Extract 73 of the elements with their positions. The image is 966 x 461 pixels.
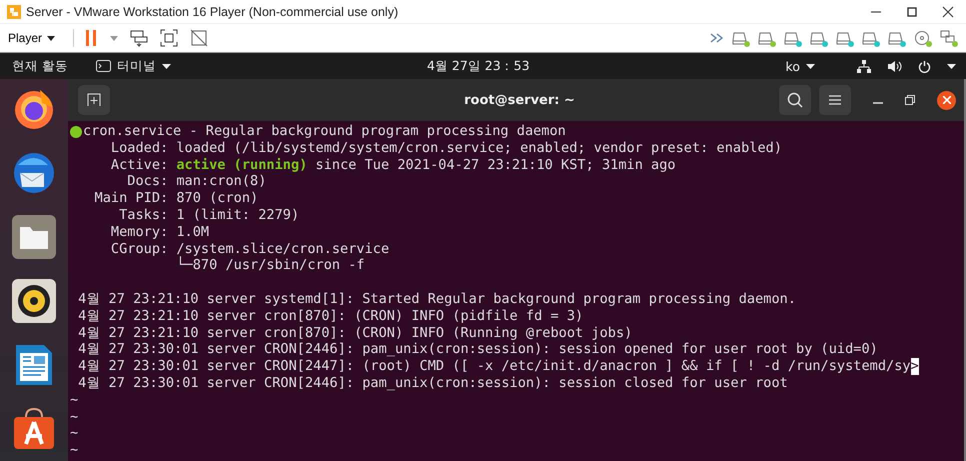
clock[interactable]: 4월 27일 23：53 <box>426 58 530 74</box>
terminal-app-menu[interactable]: 터미널 <box>96 58 171 74</box>
overflow-marker: > <box>910 358 919 375</box>
field-label: Active: <box>110 156 168 174</box>
field-value: 1 (limit: 2279) <box>176 206 300 224</box>
restore-icon[interactable] <box>905 95 915 105</box>
maximize-icon[interactable] <box>906 6 918 18</box>
field-value: 870 (cron) <box>176 190 258 207</box>
empty-line-marker: ~ <box>70 442 78 459</box>
fullscreen-icon[interactable] <box>160 29 178 47</box>
close-button[interactable] <box>937 90 956 110</box>
send-keys-icon[interactable] <box>130 29 148 47</box>
terminal-icon <box>96 60 111 72</box>
terminal-title: root@server: ~ <box>463 92 576 108</box>
caret-icon <box>162 64 171 68</box>
disk-device-icon[interactable] <box>758 30 776 46</box>
disk-device-icon[interactable] <box>836 30 854 46</box>
log-line: 4월 27 23:21:10 server cron[870]: (CRON) INFO (pidfile fd = 3) <box>78 308 584 325</box>
shopping-bag-icon[interactable] <box>12 407 56 451</box>
field-value: └─870 /usr/sbin/cron -f <box>176 257 365 274</box>
field-label: Memory: <box>110 224 168 241</box>
empty-line-marker: ~ <box>70 425 78 442</box>
new-tab-icon <box>87 93 101 107</box>
disk-device-icon[interactable] <box>732 30 750 46</box>
vmware-logo-icon <box>6 4 22 20</box>
pause-icon[interactable] <box>84 30 98 46</box>
caret-icon <box>47 36 56 40</box>
field-label: Main PID: <box>94 190 168 207</box>
field-label: Tasks: <box>118 206 168 224</box>
field-value: active (running) since Tue 2021-04-27 23:21:10 KST; 31min ago <box>176 156 676 174</box>
log-line: 4월 27 23:30:01 server CRON[2446]: pam_unix(cron:session): session opened for user root by (uid=0) <box>78 341 878 358</box>
log-line: 4월 27 23:30:01 server CRON[2447]: (root) CMD ([ -x /etc/init.d/anacron ] && if [ ! -d /run/systemd/sy <box>78 358 911 375</box>
disk-device-icon[interactable] <box>810 30 828 46</box>
log-line: 4월 27 23:21:10 server systemd[1]: Started Regular background program processing daemon. <box>78 290 796 308</box>
input-method-menu[interactable]: ko <box>786 58 815 74</box>
mail-client-icon[interactable] <box>12 151 56 195</box>
volume-icon[interactable] <box>887 60 902 72</box>
network-icon[interactable] <box>857 60 871 72</box>
firefox-icon[interactable] <box>12 87 56 131</box>
log-line: 4월 27 23:30:01 server CRON[2446]: pam_unix(cron:session): session closed for user root <box>78 374 788 392</box>
empty-line-marker: ~ <box>70 392 78 409</box>
window-title: Server - VMware Workstation 16 Player (Non-commercial use only) <box>26 4 400 18</box>
speaker-icon[interactable] <box>12 279 56 323</box>
search-icon <box>787 92 803 108</box>
caret-icon[interactable] <box>947 64 956 68</box>
unit-title: cron.service - Regular background program processing daemon <box>83 123 566 140</box>
empty-line-marker: ~ <box>70 408 78 426</box>
disk-device-icon[interactable] <box>862 30 880 46</box>
activities-button[interactable]: 현재 활동 <box>12 58 68 74</box>
power-icon[interactable] <box>918 60 931 72</box>
more-icon[interactable] <box>710 33 724 43</box>
log-line: 4월 27 23:21:10 server cron[870]: (CRON) INFO (Running @reboot jobs) <box>78 324 632 342</box>
field-value: /system.slice/cron.service <box>176 240 390 257</box>
disk-device-icon[interactable] <box>888 30 906 46</box>
field-value: man:cron(8) <box>176 173 266 190</box>
folder-icon[interactable] <box>12 215 56 259</box>
close-icon[interactable] <box>942 6 954 18</box>
caret-icon <box>806 64 815 68</box>
new-tab-button[interactable] <box>78 85 110 115</box>
cd-device-icon[interactable] <box>914 30 932 46</box>
field-value: 1.0M <box>176 224 210 241</box>
field-label: Docs: <box>126 173 168 190</box>
close-icon <box>942 96 950 104</box>
unity-off-icon[interactable] <box>190 29 208 47</box>
search-button[interactable] <box>779 85 811 115</box>
field-label: CGroup: <box>110 240 168 258</box>
disk-device-icon[interactable] <box>784 30 802 46</box>
menu-icon <box>829 95 841 105</box>
menu-button[interactable] <box>819 85 851 115</box>
field-value: loaded (/lib/systemd/system/cron.service; enabled; vendor preset: enabled) <box>176 140 782 157</box>
network-device-icon[interactable] <box>940 30 958 46</box>
player-menu[interactable]: Player <box>8 31 56 45</box>
field-label: Loaded: <box>110 140 168 157</box>
